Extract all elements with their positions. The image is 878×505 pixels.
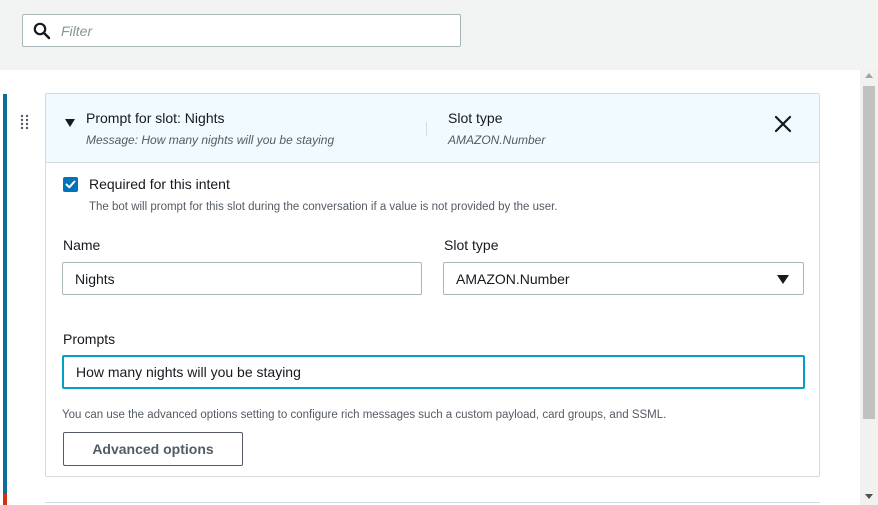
header-slot-type-value: AMAZON.Number — [448, 133, 546, 147]
slot-type-select[interactable]: AMAZON.Number — [443, 262, 804, 295]
scroll-down-icon[interactable] — [865, 494, 873, 499]
slot-card-title: Prompt for slot: Nights — [86, 110, 225, 126]
name-label: Name — [63, 237, 101, 253]
slot-card: Prompt for slot: Nights Message: How man… — [45, 93, 820, 477]
dropdown-arrow-icon — [777, 275, 789, 284]
close-icon[interactable] — [772, 113, 794, 135]
drag-handle-icon[interactable] — [20, 113, 32, 131]
filter-input[interactable] — [61, 22, 421, 39]
slot-type-label: Slot type — [444, 237, 499, 253]
required-description: The bot will prompt for this slot during… — [89, 201, 558, 213]
prompts-label: Prompts — [63, 331, 116, 347]
check-icon — [65, 180, 76, 189]
accent-bar-marker — [3, 494, 7, 505]
selection-accent-bar — [3, 94, 7, 505]
header-divider — [426, 122, 427, 136]
filter-field[interactable] — [22, 14, 461, 47]
scroll-thumb[interactable] — [863, 86, 875, 419]
caret-down-icon[interactable] — [65, 119, 75, 127]
slots-panel: Prompt for slot: Nights Message: How man… — [0, 70, 860, 505]
filter-bar — [0, 0, 878, 70]
vertical-scrollbar[interactable] — [860, 70, 878, 505]
required-label: Required for this intent — [89, 176, 230, 192]
search-icon — [33, 22, 51, 39]
name-field[interactable] — [62, 262, 422, 295]
advanced-options-description: You can use the advanced options setting… — [62, 409, 667, 421]
advanced-options-button[interactable]: Advanced options — [63, 432, 243, 466]
scroll-up-icon[interactable] — [865, 73, 873, 78]
prompt-field[interactable] — [62, 355, 805, 389]
header-slot-type-label: Slot type — [448, 110, 503, 126]
slot-type-selected-value: AMAZON.Number — [456, 270, 570, 287]
slot-card-message: Message: How many nights will you be sta… — [86, 133, 335, 147]
required-checkbox[interactable] — [63, 177, 78, 192]
slot-card-header[interactable]: Prompt for slot: Nights Message: How man… — [46, 94, 819, 163]
